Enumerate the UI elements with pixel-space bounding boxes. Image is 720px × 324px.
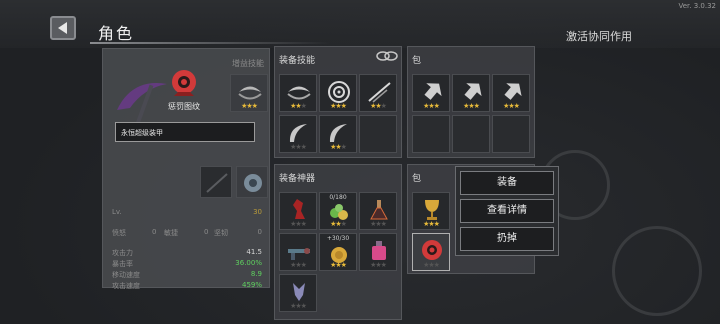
skill-stars: ★★★: [330, 143, 347, 151]
page-title: 角色: [98, 24, 135, 43]
punishment-sigil-icon: [172, 70, 196, 96]
gain-skill-slot[interactable]: ★★★: [230, 74, 268, 112]
bag-skill-stars: ★★★: [423, 102, 440, 110]
skill-stars: ★★★: [330, 102, 347, 110]
stat-label: 攻击力: [112, 249, 133, 257]
stat-label: 攻击速度: [112, 282, 140, 290]
artifact-stars: ★★★: [290, 220, 307, 228]
artifact-stars: ★★★: [370, 261, 387, 269]
gain-skill-stars: ★★★: [241, 102, 258, 110]
skill-stars: ★★★: [290, 143, 307, 151]
skill-stars: ★★★: [370, 102, 387, 110]
equip-slot[interactable]: [236, 166, 268, 198]
stat-value: 8.9: [250, 270, 262, 278]
back-button[interactable]: [50, 16, 76, 40]
version-label: Ver. 3.0.32: [678, 2, 716, 10]
title-divider: [90, 42, 330, 44]
level-value: 30: [253, 208, 262, 216]
stat-value: 36.00%: [235, 259, 262, 267]
bag-skill-stars: ★★★: [463, 102, 480, 110]
discard-button[interactable]: 扔掉: [460, 227, 554, 251]
artifact-slot[interactable]: +30/30 ★★★: [319, 233, 357, 271]
artifact-slot[interactable]: 0/180 ★★★: [319, 192, 357, 230]
faded-blade-icon: [206, 173, 228, 193]
level-row: Lv. 30: [112, 208, 262, 216]
bag-skill-slot-empty[interactable]: [452, 115, 490, 153]
stat-label: 移动速度: [112, 271, 140, 279]
artifact-slot[interactable]: ★★★: [359, 192, 397, 230]
bag-skill-stars: ★★★: [503, 102, 520, 110]
skill-slot-empty[interactable]: [359, 115, 397, 153]
level-label: Lv.: [112, 208, 122, 216]
skill-slot[interactable]: ★★★: [279, 115, 317, 153]
artifact-count: 0/180: [329, 194, 347, 201]
skill-stars: ★★★: [290, 102, 307, 110]
activate-synergy-link[interactable]: 激活协同作用: [566, 28, 632, 44]
counter-row: 愤怒 0 敏捷 0 坚韧 0: [112, 228, 262, 238]
bag-artifact-slot-selected[interactable]: ★★★: [412, 233, 450, 271]
artifact-slot[interactable]: ★★★: [279, 192, 317, 230]
artifact-slot[interactable]: ★★★: [279, 233, 317, 271]
equipped-artifacts-title: 装备神器: [279, 174, 316, 184]
counter-label: 坚韧: [214, 229, 228, 237]
equip-slot[interactable]: [200, 166, 232, 198]
skill-slot[interactable]: ★★★: [279, 74, 317, 112]
gain-skill-title: 增益技能: [232, 59, 264, 68]
skill-slot[interactable]: ★★★: [319, 115, 357, 153]
stat-row: 暴击率 36.00%: [112, 259, 262, 269]
stat-row: 攻击力 41.5: [112, 248, 262, 258]
stat-row: 移动速度 8.9: [112, 270, 262, 280]
bag-artifact-stars: ★★★: [423, 220, 440, 228]
counter-value: 0: [257, 228, 262, 236]
armor-icon: [244, 174, 262, 192]
item-action-popup: 装备 查看详情 扔掉: [455, 166, 559, 256]
bag-artifact-slot[interactable]: ★★★: [412, 192, 450, 230]
artifact-slot[interactable]: ★★★: [359, 233, 397, 271]
equipped-skills-title: 装备技能: [279, 56, 316, 66]
bag-skill-slot-empty[interactable]: [412, 115, 450, 153]
counter-value: 0: [204, 228, 209, 236]
stat-value: 41.5: [246, 248, 262, 256]
stat-label: 暴击率: [112, 260, 133, 268]
background-attack-ring: [612, 226, 702, 316]
stat-row: 攻击速度 459%: [112, 281, 262, 291]
counter-label: 愤怒: [112, 229, 126, 237]
artifact-bag-title: 包: [412, 174, 422, 184]
bag-skill-slot[interactable]: ★★★: [412, 74, 450, 112]
stat-value: 459%: [241, 281, 262, 289]
bag-artifact-stars: ★★★: [423, 261, 440, 269]
link-chain-icon[interactable]: [376, 50, 398, 62]
skill-bag-title: 包: [412, 56, 422, 66]
artifact-stars: ★★★: [330, 220, 347, 228]
equip-button[interactable]: 装备: [460, 171, 554, 195]
back-arrow-icon: [58, 22, 67, 34]
artifact-stars: ★★★: [330, 261, 347, 269]
set-label: 惩罚图纹: [168, 102, 200, 111]
view-details-button[interactable]: 查看详情: [460, 199, 554, 223]
counter-value: 0: [152, 228, 157, 236]
artifact-slot[interactable]: ★★★: [279, 274, 317, 312]
artifact-stars: ★★★: [290, 302, 307, 310]
skill-slot[interactable]: ★★★: [359, 74, 397, 112]
item-tooltip: 永恒超级装甲: [115, 122, 255, 142]
artifact-count: +30/30: [326, 235, 350, 242]
bag-skill-slot[interactable]: ★★★: [492, 74, 530, 112]
skill-slot[interactable]: ★★★: [319, 74, 357, 112]
artifact-stars: ★★★: [290, 261, 307, 269]
bag-skill-slot[interactable]: ★★★: [452, 74, 490, 112]
bag-skill-slot-empty[interactable]: [492, 115, 530, 153]
artifact-stars: ★★★: [370, 220, 387, 228]
counter-label: 敏捷: [164, 229, 178, 237]
